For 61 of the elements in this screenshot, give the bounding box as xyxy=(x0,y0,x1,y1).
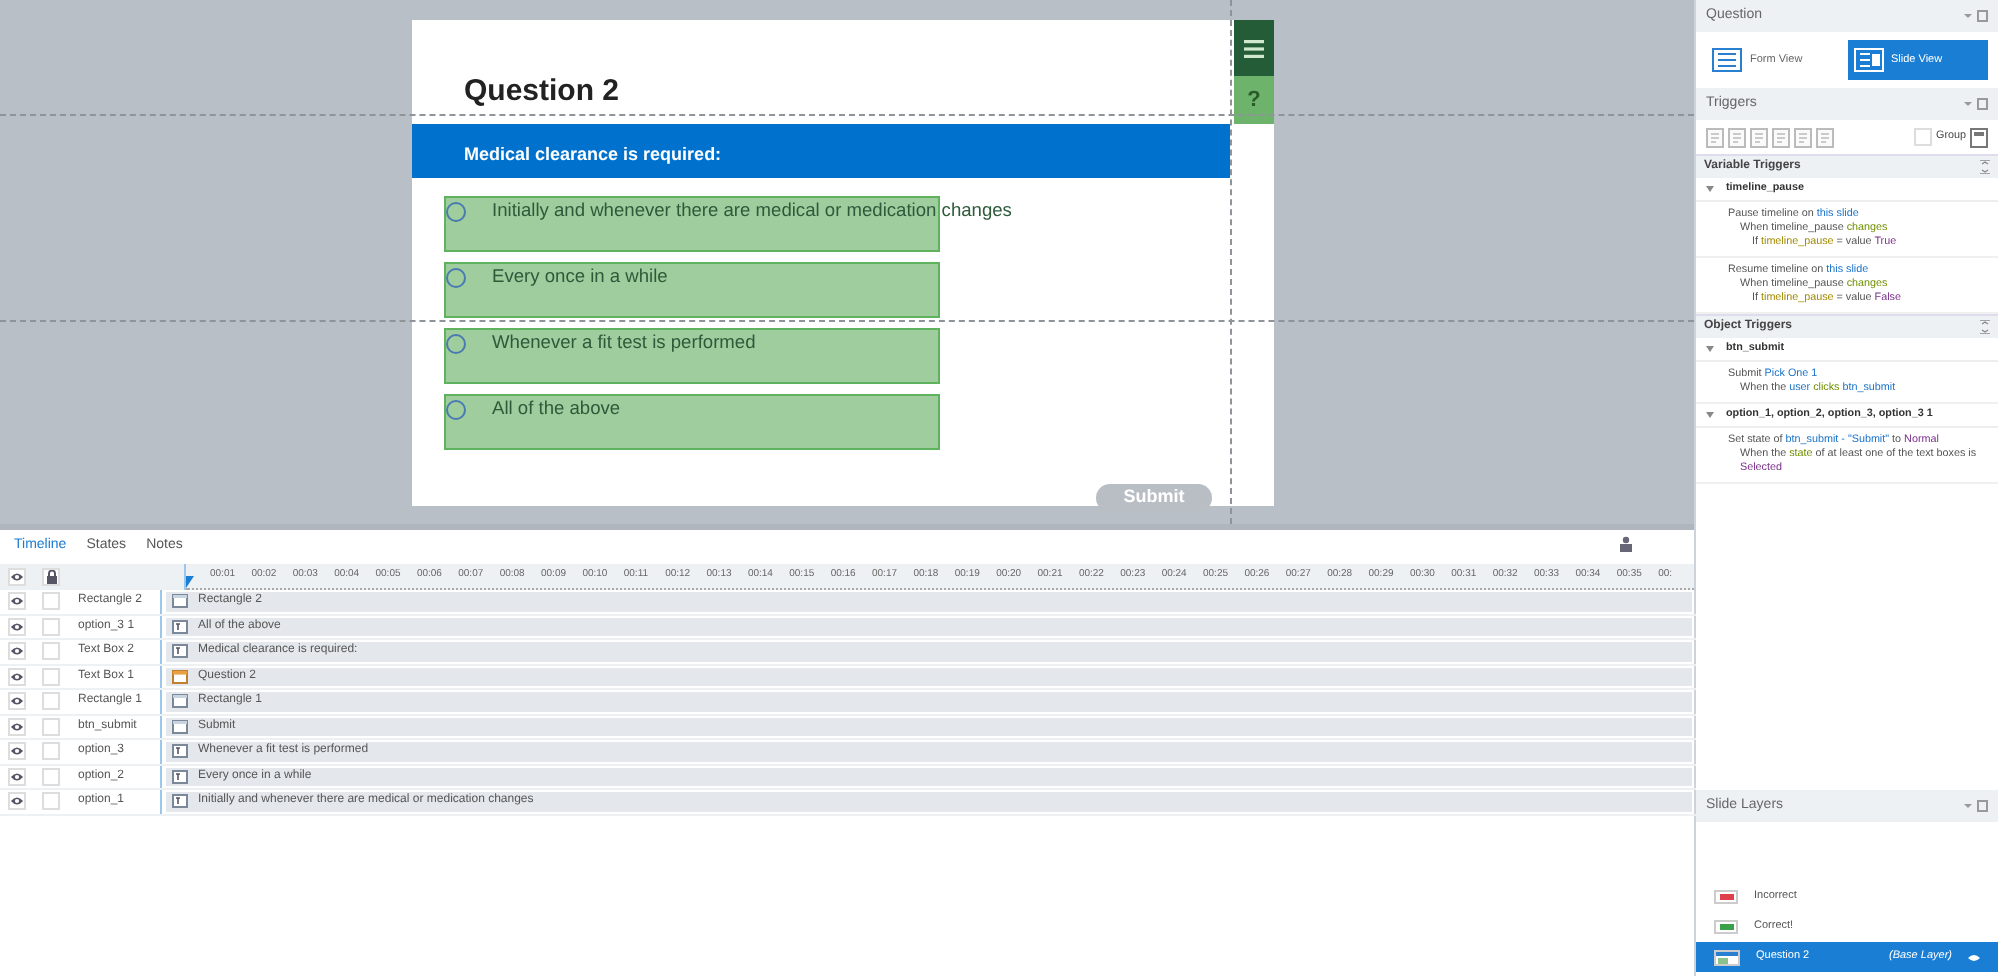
eye-icon[interactable] xyxy=(10,570,24,584)
shape-icon xyxy=(172,694,188,709)
text-box-icon xyxy=(172,794,188,809)
answer-option[interactable] xyxy=(444,196,940,252)
expand-icon[interactable] xyxy=(1706,412,1714,418)
lock-checkbox[interactable] xyxy=(42,692,60,711)
question-title: Question 2 xyxy=(464,74,622,110)
lock-checkbox[interactable] xyxy=(42,717,60,736)
shape-icon xyxy=(172,719,188,734)
lock-checkbox[interactable] xyxy=(42,642,60,661)
option-label: Whenever a fit test is performed xyxy=(492,332,756,354)
title-icon xyxy=(172,669,188,684)
form-view-icon xyxy=(1712,48,1742,72)
eye-icon[interactable] xyxy=(10,769,24,784)
text-box-icon xyxy=(172,619,188,634)
slide-thumbnail xyxy=(1714,949,1740,965)
lock-checkbox[interactable] xyxy=(42,592,60,611)
expand-icon[interactable] xyxy=(1706,186,1714,192)
radio-button[interactable] xyxy=(446,202,466,222)
question-banner: Medical clearance is required: xyxy=(412,124,1230,178)
radio-button[interactable] xyxy=(446,334,466,354)
lock-checkbox[interactable] xyxy=(42,617,60,636)
option-label: All of the above xyxy=(492,398,621,420)
lock-checkbox[interactable] xyxy=(42,667,60,686)
collapse-icon[interactable] xyxy=(1980,320,1990,334)
lock-checkbox[interactable] xyxy=(42,767,60,786)
answer-option[interactable] xyxy=(444,328,940,384)
text-box-icon xyxy=(172,644,188,659)
narration-icon[interactable] xyxy=(1616,536,1636,552)
eye-icon[interactable] xyxy=(10,744,24,759)
lock-checkbox[interactable] xyxy=(42,742,60,761)
group-checkbox[interactable] xyxy=(1914,128,1933,146)
eye-icon[interactable] xyxy=(10,719,24,734)
eye-icon[interactable] xyxy=(10,594,24,609)
eye-icon[interactable] xyxy=(10,619,24,634)
panel-options-icon[interactable] xyxy=(1964,98,1988,110)
lock-icon[interactable] xyxy=(45,570,57,584)
eye-icon[interactable] xyxy=(10,644,24,659)
option-label: Every once in a while xyxy=(492,266,668,288)
expand-icon[interactable] xyxy=(1706,346,1714,352)
shape-icon xyxy=(172,594,188,609)
eye-icon[interactable] xyxy=(1968,951,1980,963)
option-label: Initially and whenever there are medical or medication changes xyxy=(492,200,1012,222)
answer-option[interactable] xyxy=(444,394,940,450)
radio-button[interactable] xyxy=(446,268,466,288)
panel-options-icon[interactable] xyxy=(1964,800,1988,812)
text-box-icon xyxy=(172,769,188,784)
radio-button[interactable] xyxy=(446,400,466,420)
new-trigger-icon[interactable] xyxy=(1706,127,1724,147)
menu-button[interactable] xyxy=(1234,20,1274,76)
trigger-window-icon[interactable] xyxy=(1970,127,1988,147)
lock-checkbox[interactable] xyxy=(42,792,60,811)
eye-icon[interactable] xyxy=(10,794,24,809)
answer-option[interactable] xyxy=(444,262,940,318)
slide-view-icon xyxy=(1853,48,1883,72)
eye-icon[interactable] xyxy=(10,669,24,684)
text-box-icon xyxy=(172,744,188,759)
menu-icon xyxy=(1244,39,1264,57)
eye-icon[interactable] xyxy=(10,694,24,709)
collapse-icon[interactable] xyxy=(1980,160,1990,174)
panel-options-icon[interactable] xyxy=(1964,10,1988,22)
